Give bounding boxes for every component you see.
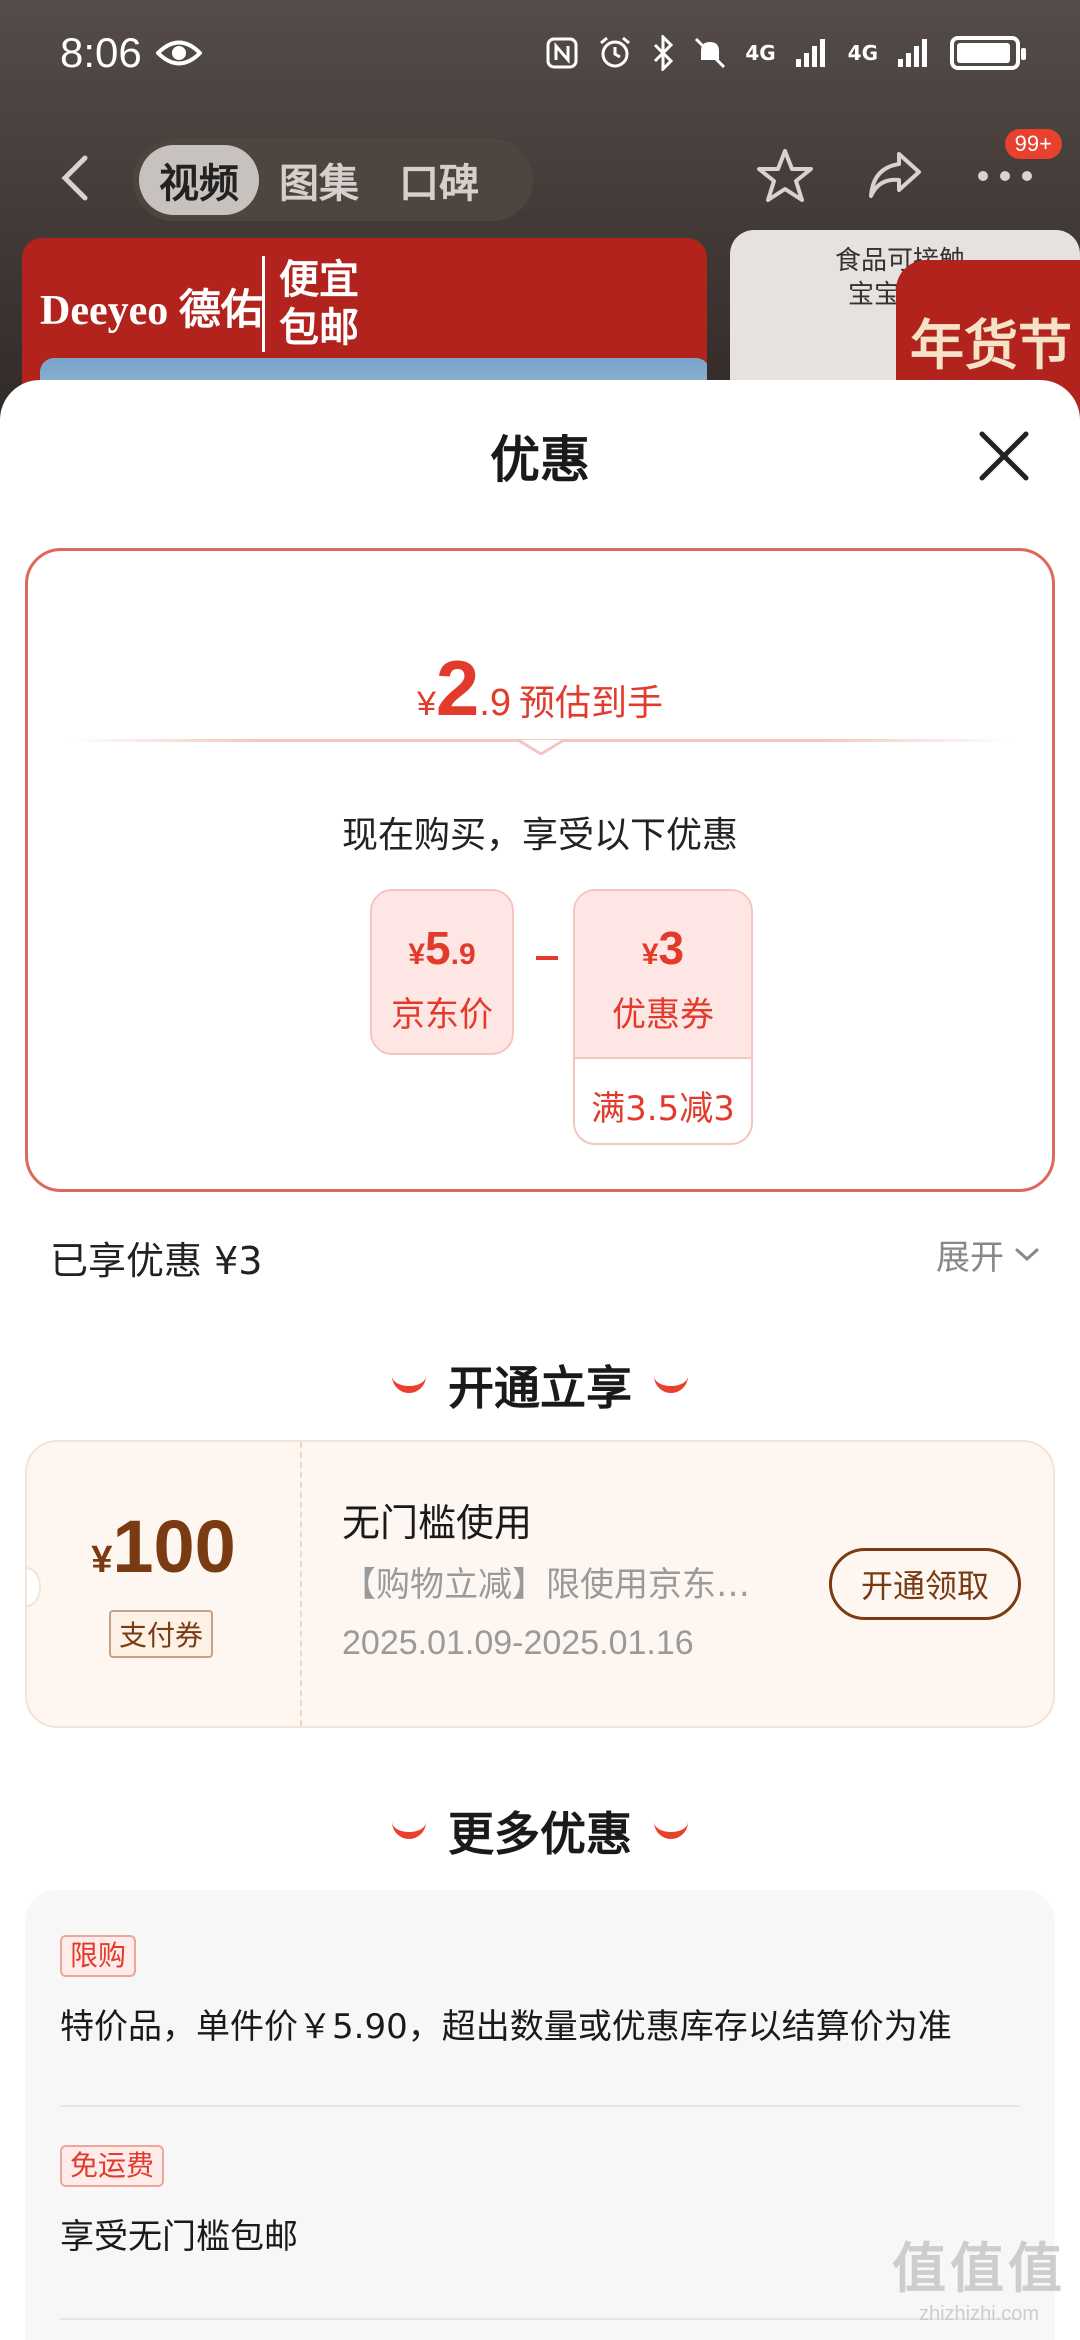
buy-now-text: 现在购买，享受以下优惠 (341, 815, 738, 856)
more-dots-icon (978, 171, 1032, 181)
estimate-label: 预估到手 (519, 683, 664, 724)
more-section-label: 更多优惠 (448, 1807, 632, 1861)
network-label-2: 4G (847, 40, 878, 65)
top-nav: 视频 图集 口碑 99+ (0, 129, 1080, 225)
open-section-label: 开通立享 (448, 1361, 632, 1415)
chevron-down-icon (1015, 1248, 1039, 1261)
vip-coupon-amount: ¥100 (27, 1504, 300, 1589)
watermark: 值值值 zhizhizhi.com (892, 2224, 1066, 2326)
coupon-condition: 满3.5减3 (591, 1089, 735, 1129)
bluetooth-icon (654, 34, 674, 71)
vip-coupon-description: 【购物立减】限使用京东… (342, 1565, 750, 1605)
limit-tag: 限购 (60, 1935, 137, 1977)
coupon-chip: ¥3 优惠券 满3.5减3 (573, 889, 753, 1145)
jd-price-label: 京东价 (391, 995, 493, 1035)
jd-price: ¥5.9 (372, 921, 512, 975)
status-bar: 8:06 4G 4G (0, 0, 1080, 105)
discount-sheet: 优惠 ¥2.9 预估到手 现在购买，享受以下优惠 ¥5.9 京东价 ¥3 优惠券 … (0, 380, 1080, 2340)
media-tabs: 视频 图集 口碑 (133, 139, 533, 221)
list-item: 免运费 享受无门槛包邮 (60, 2145, 1020, 2258)
back-icon[interactable] (55, 153, 95, 203)
signal-icon (795, 38, 825, 67)
share-button[interactable] (860, 141, 930, 211)
nfc-icon (546, 37, 578, 68)
more-section-title: 更多优惠 (0, 1798, 1080, 1864)
banner-tag-line1: 便宜 (279, 257, 359, 303)
vip-coupon-date: 2025.01.09-2025.01.16 (342, 1624, 694, 1662)
jd-price-currency: ¥ (408, 938, 426, 971)
smile-decoration-icon (392, 1821, 426, 1839)
smile-decoration-icon (654, 1821, 688, 1839)
divider-notch (518, 738, 564, 755)
vip-coupon-value: 100 (112, 1505, 236, 1588)
open-claim-button[interactable]: 开通领取 (829, 1548, 1021, 1620)
coupon-integer: 3 (658, 922, 685, 974)
tab-reviews[interactable]: 口碑 (379, 145, 499, 215)
vip-coupon-type: 支付券 (109, 1610, 214, 1658)
expand-label: 展开 (936, 1238, 1004, 1278)
limit-text: 特价品，单件价￥5.90，超出数量或优惠库存以结算价为准 (60, 2007, 952, 2047)
list-item: 限购 特价品，单件价￥5.90，超出数量或优惠库存以结算价为准 (60, 1935, 1020, 2048)
vip-coupon-card: ¥100 支付券 无门槛使用 【购物立减】限使用京东… 2025.01.09-2… (25, 1440, 1055, 1728)
enjoyed-row: 已享优惠 ¥3 展开 (50, 1230, 1040, 1290)
divider (60, 2318, 1020, 2320)
enjoyed-discount: 已享优惠 ¥3 (50, 1239, 263, 1283)
network-label-1: 4G (745, 40, 776, 65)
coupon-chip-top: ¥3 优惠券 (575, 891, 751, 1059)
vip-coupon-left: ¥100 支付券 (27, 1442, 302, 1726)
watermark-logo: 值值值 (892, 2237, 1066, 2300)
favorite-button[interactable] (750, 141, 820, 211)
expand-button[interactable]: 展开 (936, 1230, 1040, 1279)
jd-price-chip: ¥5.9 京东价 (370, 889, 514, 1055)
status-time: 8:06 (60, 28, 142, 76)
estimate-decimal: .9 (479, 682, 511, 724)
battery-icon (950, 35, 1026, 70)
free-shipping-text: 享受无门槛包邮 (60, 2217, 298, 2257)
coupon-label: 优惠券 (612, 995, 714, 1035)
watermark-text: zhizhizhi.com (918, 2303, 1040, 2325)
free-shipping-tag: 免运费 (60, 2145, 165, 2187)
jd-price-integer: 5 (425, 922, 451, 974)
alarm-icon (600, 36, 631, 67)
close-icon[interactable] (976, 428, 1032, 484)
notification-badge: 99+ (1004, 129, 1062, 159)
tab-video[interactable]: 视频 (139, 145, 259, 215)
tab-gallery[interactable]: 图集 (259, 145, 379, 215)
coupon-currency: ¥ (641, 938, 659, 971)
divider (60, 2105, 1020, 2107)
sheet-title: 优惠 (490, 431, 590, 489)
share-icon (869, 152, 921, 198)
eye-icon (155, 40, 202, 65)
minus-sign (536, 956, 558, 960)
estimated-price: ¥2.9 预估到手 (28, 643, 1052, 734)
signal-icon (898, 38, 927, 67)
estimate-currency: ¥ (416, 685, 436, 723)
vip-coupon-title: 无门槛使用 (342, 1501, 533, 1545)
smile-decoration-icon (654, 1375, 688, 1393)
jd-price-decimal: .9 (450, 938, 476, 971)
banner-tag: 便宜 包邮 (262, 256, 359, 352)
open-section-title: 开通立享 (0, 1352, 1080, 1418)
coupon-amount: ¥3 (575, 921, 751, 975)
star-icon (757, 149, 813, 202)
price-breakdown-card: ¥2.9 预估到手 现在购买，享受以下优惠 ¥5.9 京东价 ¥3 优惠券 满3.… (25, 548, 1055, 1192)
smile-decoration-icon (392, 1375, 426, 1393)
banner-brand: Deeyeo 德佑 (40, 288, 263, 334)
banner-tag-line2: 包邮 (279, 305, 359, 351)
vip-coupon-currency: ¥ (91, 1539, 113, 1581)
more-button[interactable]: 99+ (970, 129, 1062, 211)
estimate-integer: 2 (435, 644, 480, 732)
mute-icon (695, 37, 726, 68)
